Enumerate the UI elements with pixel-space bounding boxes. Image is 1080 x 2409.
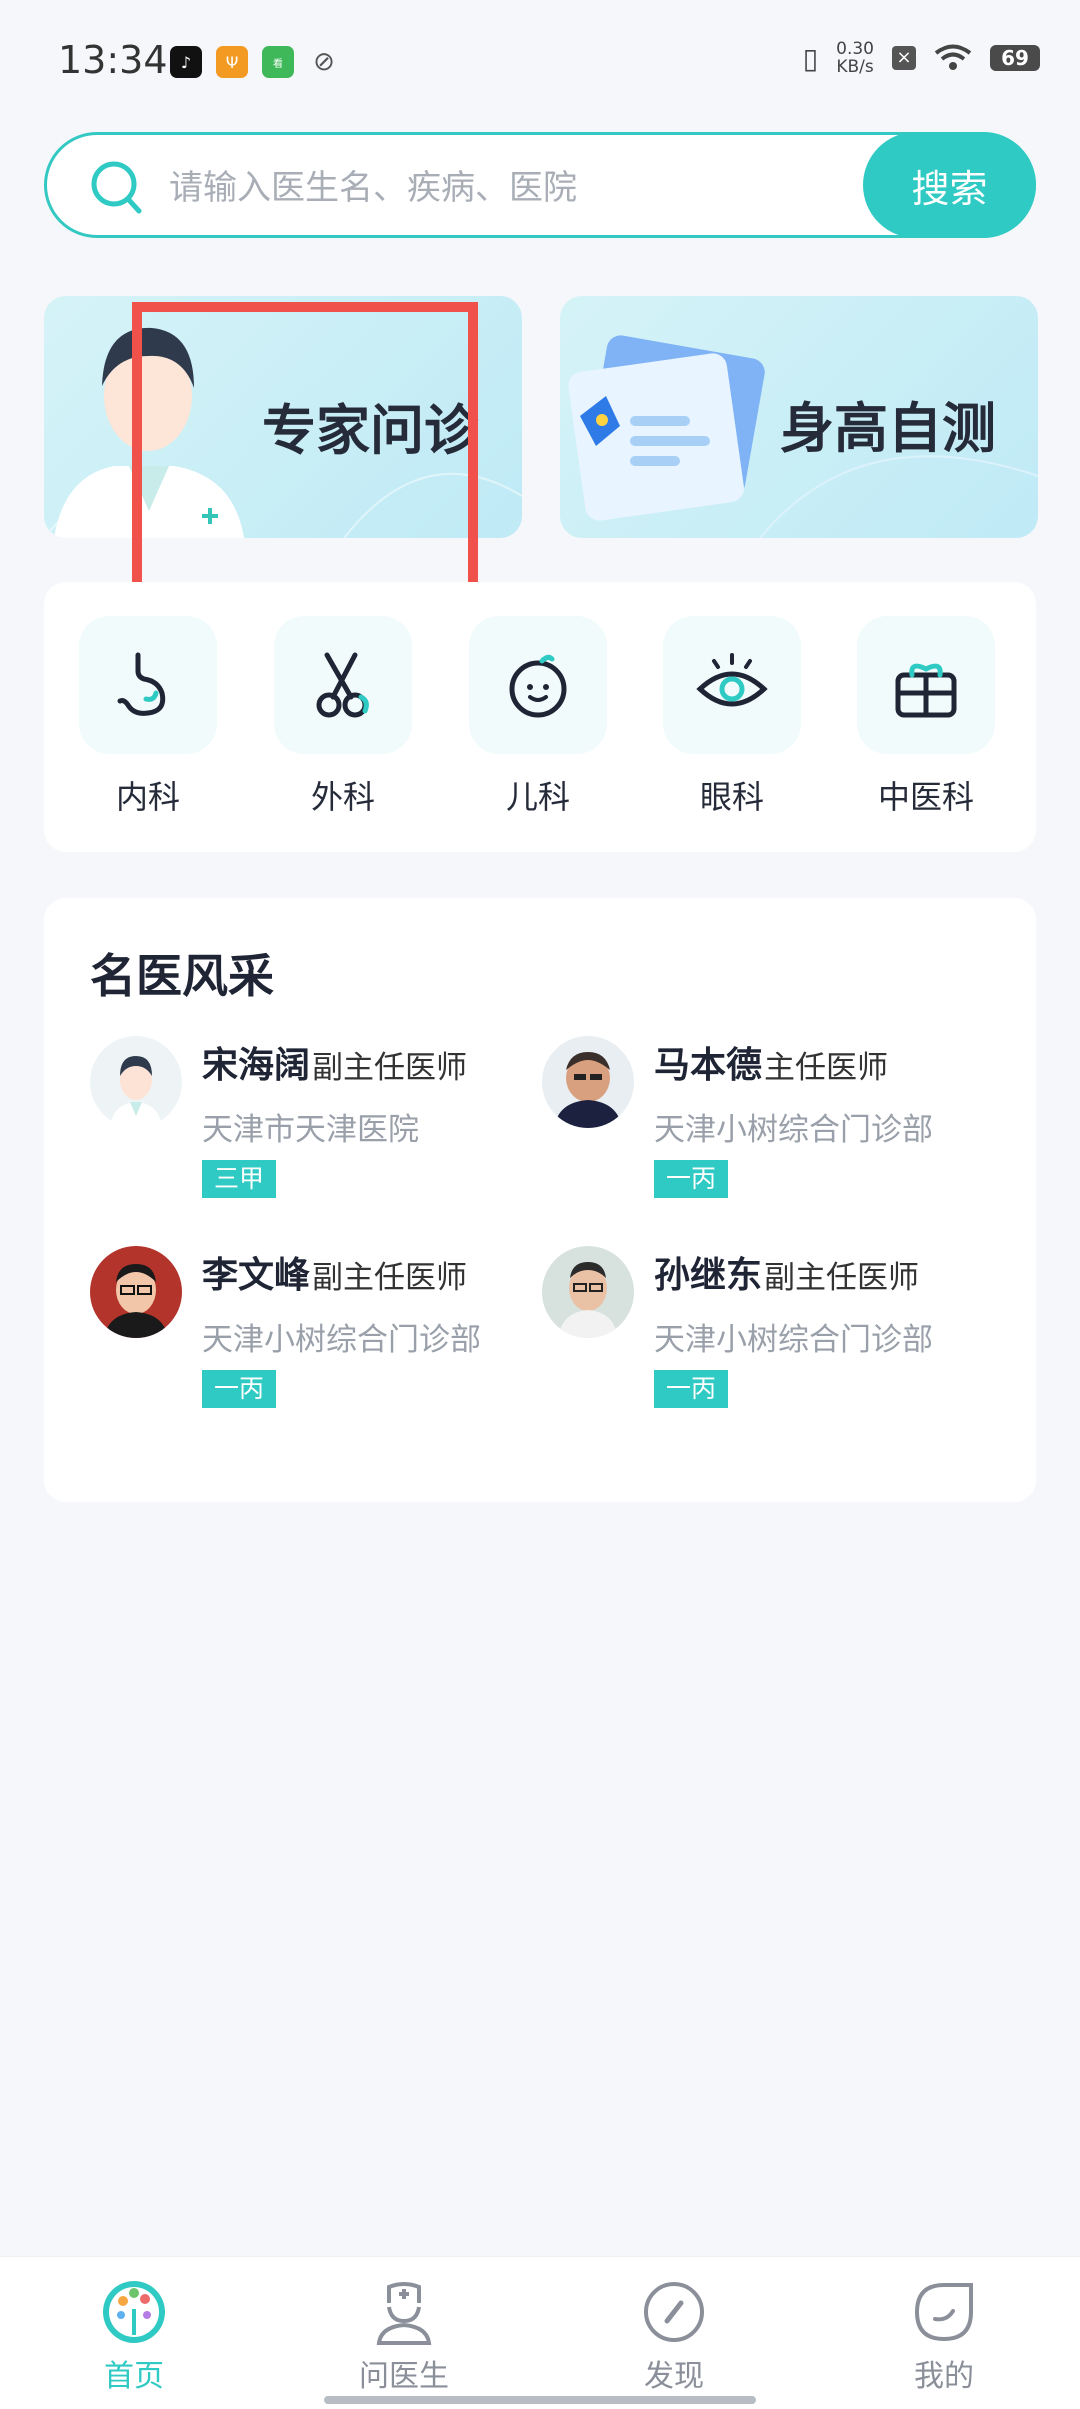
- search-bar[interactable]: 搜索: [44, 132, 1036, 238]
- stomach-icon: [117, 652, 166, 716]
- vibrate-icon: ▯: [802, 41, 819, 75]
- dept-tcm[interactable]: 中医科: [856, 616, 996, 818]
- hospital-grade-badge: 一丙: [654, 1370, 729, 1408]
- baby-face-icon: [509, 654, 567, 718]
- notification-icons: ♪ Ψ 看 ⊘: [170, 46, 340, 78]
- search-button[interactable]: 搜索: [863, 132, 1036, 238]
- eye-icon: [696, 653, 768, 707]
- avatar: [90, 1246, 182, 1338]
- status-right: ▯ 0.30 KB/s × 69: [803, 40, 1040, 76]
- search-icon: [91, 161, 142, 214]
- home-tree-icon: [103, 2281, 165, 2343]
- nurse-icon: [376, 2282, 432, 2345]
- doctor-card[interactable]: 马本德 主任医师 天津小树综合门诊部 一丙: [542, 1036, 982, 1216]
- home-indicator[interactable]: [324, 2396, 756, 2404]
- height-self-test-banner[interactable]: 身高自测: [560, 296, 1038, 538]
- hospital-grade-badge: 一丙: [654, 1160, 729, 1198]
- battery-indicator: 69: [990, 45, 1040, 71]
- nav-discover[interactable]: 发现: [584, 2277, 764, 2395]
- bottom-nav: 首页 问医生 发现 我的: [0, 2256, 1080, 2409]
- sync-icon: ⊘: [313, 47, 335, 77]
- hospital-grade-badge: 一丙: [202, 1370, 277, 1408]
- famous-doctors-section: 名医风采 宋海阔 副主任医师 天津市天津医院 三甲 马本德 主任医师 天津小树综…: [44, 898, 1036, 1502]
- banner-title: 身高自测: [780, 397, 996, 460]
- dept-internal-medicine[interactable]: 内科: [78, 616, 218, 818]
- dept-ophthalmology[interactable]: 眼科: [662, 616, 802, 818]
- hospital-grade-badge: 三甲: [202, 1160, 277, 1198]
- section-title: 名医风采: [90, 949, 274, 1003]
- tiktok-icon: ♪: [170, 46, 202, 78]
- network-speed: 0.30 KB/s: [836, 39, 874, 77]
- nav-ask-doctor[interactable]: 问医生: [314, 2277, 494, 2395]
- doctor-card[interactable]: 宋海阔 副主任医师 天津市天津医院 三甲: [90, 1036, 530, 1216]
- avatar: [542, 1246, 634, 1338]
- wifi-icon: [934, 44, 972, 70]
- compass-icon: [644, 2282, 704, 2342]
- search-input[interactable]: [167, 155, 871, 221]
- food-app-icon: Ψ: [216, 46, 248, 78]
- doctor-card[interactable]: 孙继东 副主任医师 天津小树综合门诊部 一丙: [542, 1246, 982, 1426]
- avatar: [542, 1036, 634, 1128]
- profile-icon: [914, 2283, 973, 2342]
- department-grid: 内科 外科 儿科 眼科 中医科: [44, 582, 1036, 852]
- scissors-icon: [316, 652, 369, 718]
- avatar: [90, 1036, 182, 1128]
- nav-profile[interactable]: 我的: [854, 2277, 1034, 2395]
- gift-box-icon: [895, 663, 957, 718]
- status-bar: 13:34 ♪ Ψ 看 ⊘ ▯ 0.30 KB/s × 69: [0, 0, 1080, 130]
- status-time: 13:34: [58, 38, 168, 82]
- news-app-icon: 看: [262, 46, 294, 78]
- highlight-box: [132, 302, 478, 628]
- nav-home[interactable]: 首页: [44, 2277, 224, 2395]
- doctor-card[interactable]: 李文峰 副主任医师 天津小树综合门诊部 一丙: [90, 1246, 530, 1426]
- dept-surgery[interactable]: 外科: [273, 616, 413, 818]
- dept-pediatrics[interactable]: 儿科: [468, 616, 608, 818]
- sim-disabled-icon: ×: [892, 46, 916, 70]
